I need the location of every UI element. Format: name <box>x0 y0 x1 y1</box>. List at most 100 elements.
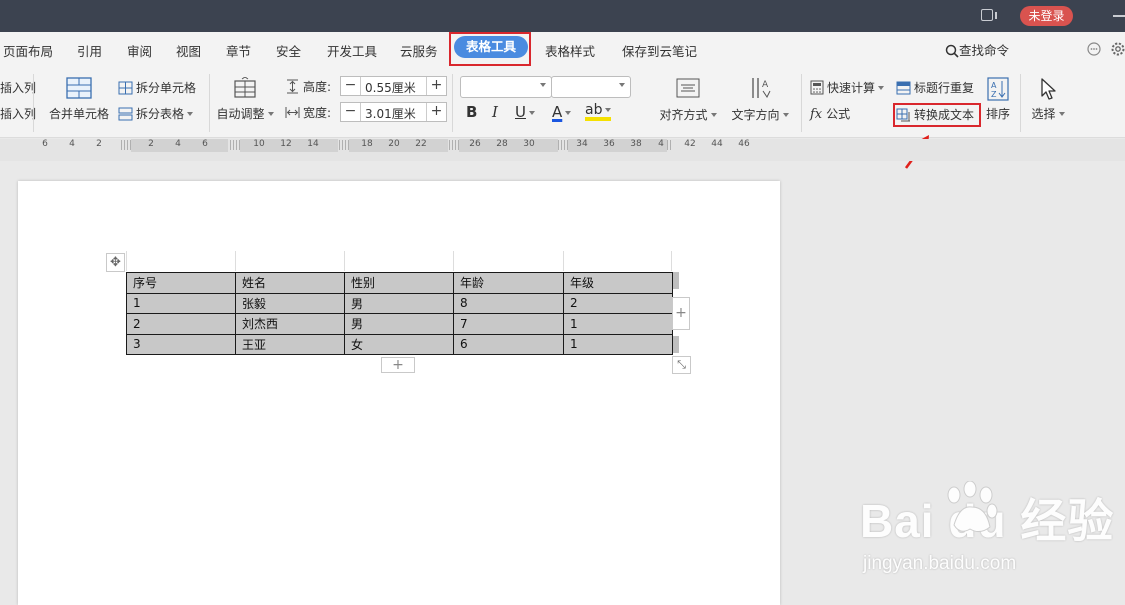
row-height-stepper[interactable]: − 0.55厘米 + <box>340 76 447 96</box>
table-cell[interactable]: 2 <box>126 313 236 335</box>
table-cell[interactable]: 刘杰西 <box>235 313 345 335</box>
tab-developer[interactable]: 开发工具 <box>327 41 377 60</box>
sort-button[interactable]: AZ 排序 <box>985 77 1011 122</box>
row-selection-marker[interactable] <box>673 272 679 289</box>
table-cell[interactable]: 7 <box>453 313 564 335</box>
table-cell[interactable]: 1 <box>126 292 236 314</box>
font-size-select[interactable] <box>551 76 631 98</box>
ruler-tick: 14 <box>307 139 319 149</box>
paw-logo-icon <box>947 481 998 533</box>
ruler-column-marker[interactable] <box>449 140 459 150</box>
ruler-tick: 22 <box>415 139 427 149</box>
gear-icon[interactable] <box>1110 41 1125 57</box>
tab-view[interactable]: 视图 <box>176 41 201 60</box>
ruler-column-marker[interactable] <box>558 140 568 150</box>
chat-icon[interactable] <box>1086 41 1102 57</box>
split-table-button[interactable]: 拆分表格 <box>118 105 194 122</box>
table-cell[interactable]: 年龄 <box>453 272 564 294</box>
table-cell[interactable]: 1 <box>563 313 673 335</box>
add-row-button[interactable]: + <box>381 357 415 373</box>
repeat-header-row-button[interactable]: 标题行重复 <box>896 79 974 96</box>
table-cell[interactable]: 6 <box>453 333 564 355</box>
minimize-icon[interactable] <box>1113 15 1125 17</box>
chevron-down-icon <box>540 83 546 87</box>
ruler-tick: 6 <box>42 139 48 149</box>
formula-button[interactable]: fx 公式 <box>810 105 850 122</box>
font-name-select[interactable] <box>460 76 552 98</box>
search-command[interactable]: 查找命令 <box>945 40 1009 59</box>
table-cell[interactable]: 男 <box>344 313 454 335</box>
tab-save-cloud-note[interactable]: 保存到云笔记 <box>622 41 697 60</box>
table-cell[interactable]: 序号 <box>126 272 236 294</box>
table-cell[interactable]: 男 <box>344 292 454 314</box>
table-cell[interactable]: 姓名 <box>235 272 345 294</box>
tab-references[interactable]: 引用 <box>77 41 102 60</box>
insert-column-left-button[interactable]: 插入列 <box>0 79 36 96</box>
ruler-tick: 20 <box>388 139 400 149</box>
search-command-label: 查找命令 <box>959 43 1010 58</box>
row-height-value[interactable]: 0.55厘米 <box>365 79 416 96</box>
auto-fit-button[interactable]: 自动调整 <box>216 76 274 122</box>
ruler-tick: 42 <box>684 139 696 149</box>
table-cell[interactable]: 女 <box>344 333 454 355</box>
decrease-width-button[interactable]: − <box>341 103 361 121</box>
table-row: 2 刘杰西 男 7 1 <box>126 313 673 335</box>
table-cell[interactable]: 2 <box>563 292 673 314</box>
column-guide-lines <box>126 251 672 271</box>
tab-cloud-service[interactable]: 云服务 <box>400 41 438 60</box>
table-cell[interactable]: 8 <box>453 292 564 314</box>
column-width-stepper[interactable]: − 3.01厘米 + <box>340 102 447 122</box>
tab-review[interactable]: 审阅 <box>127 41 152 60</box>
merge-cells-button[interactable]: 合并单元格 <box>48 77 110 122</box>
table-cell[interactable]: 3 <box>126 333 236 355</box>
document-page[interactable] <box>18 181 780 605</box>
table-cell[interactable]: 张毅 <box>235 292 345 314</box>
ruler-column-marker[interactable] <box>667 140 673 150</box>
chevron-down-icon <box>782 113 789 117</box>
ruler-tick: 6 <box>202 139 208 149</box>
bold-button[interactable]: B <box>466 103 477 121</box>
table-resize-handle[interactable]: ⤡ <box>672 356 691 374</box>
cursor-arrow-icon <box>1041 78 1056 100</box>
table-cell[interactable]: 1 <box>563 333 673 355</box>
increase-height-button[interactable]: + <box>426 77 446 95</box>
underline-button[interactable]: U <box>515 103 535 121</box>
merge-cells-icon <box>66 77 92 99</box>
table-cell[interactable]: 年级 <box>563 272 673 294</box>
column-width-value[interactable]: 3.01厘米 <box>365 105 416 122</box>
table-cell[interactable]: 王亚 <box>235 333 345 355</box>
document-table[interactable]: 序号 姓名 性别 年龄 年级 1 张毅 男 8 2 2 刘杰西 男 7 1 3 … <box>126 272 673 355</box>
insert-column-right-button[interactable]: 插入列 <box>0 105 36 122</box>
horizontal-ruler[interactable]: 6 4 2 2 4 6 10 12 14 18 20 22 26 28 30 3… <box>0 139 1125 161</box>
tab-page-layout[interactable]: 页面布局 <box>3 41 53 60</box>
ruler-column-marker[interactable] <box>121 140 131 150</box>
table-cell[interactable]: 性别 <box>344 272 454 294</box>
increase-width-button[interactable]: + <box>426 103 446 121</box>
text-direction-button[interactable]: A 文字方向 <box>729 76 791 123</box>
split-table-icon <box>118 107 133 121</box>
tab-chapter[interactable]: 章节 <box>226 41 251 60</box>
ruler-column-marker[interactable] <box>339 140 349 150</box>
decrease-height-button[interactable]: − <box>341 77 361 95</box>
window-mode-icon[interactable] <box>981 9 997 21</box>
alignment-button[interactable]: 对齐方式 <box>657 78 719 123</box>
split-cells-icon <box>118 81 133 95</box>
tab-table-style[interactable]: 表格样式 <box>545 41 595 60</box>
italic-button[interactable]: I <box>492 103 498 121</box>
tab-security[interactable]: 安全 <box>276 41 301 60</box>
select-button[interactable]: 选择 <box>1028 77 1068 122</box>
font-color-button[interactable]: A <box>552 103 572 121</box>
divider <box>801 74 802 132</box>
row-selection-marker[interactable] <box>673 336 679 353</box>
watermark-url: jingyan.baidu.com <box>863 553 1017 574</box>
ruler-column-marker[interactable] <box>230 140 240 150</box>
table-move-handle[interactable]: ✥ <box>106 253 125 272</box>
divider <box>452 74 453 132</box>
quick-calc-button[interactable]: 快速计算 <box>810 79 885 96</box>
login-button[interactable]: 未登录 <box>1020 6 1073 26</box>
chevron-down-icon <box>605 108 612 112</box>
chevron-down-icon <box>267 112 274 116</box>
add-column-button[interactable]: + <box>672 297 690 330</box>
split-cells-button[interactable]: 拆分单元格 <box>118 79 196 96</box>
highlight-button[interactable]: ab <box>585 103 612 121</box>
